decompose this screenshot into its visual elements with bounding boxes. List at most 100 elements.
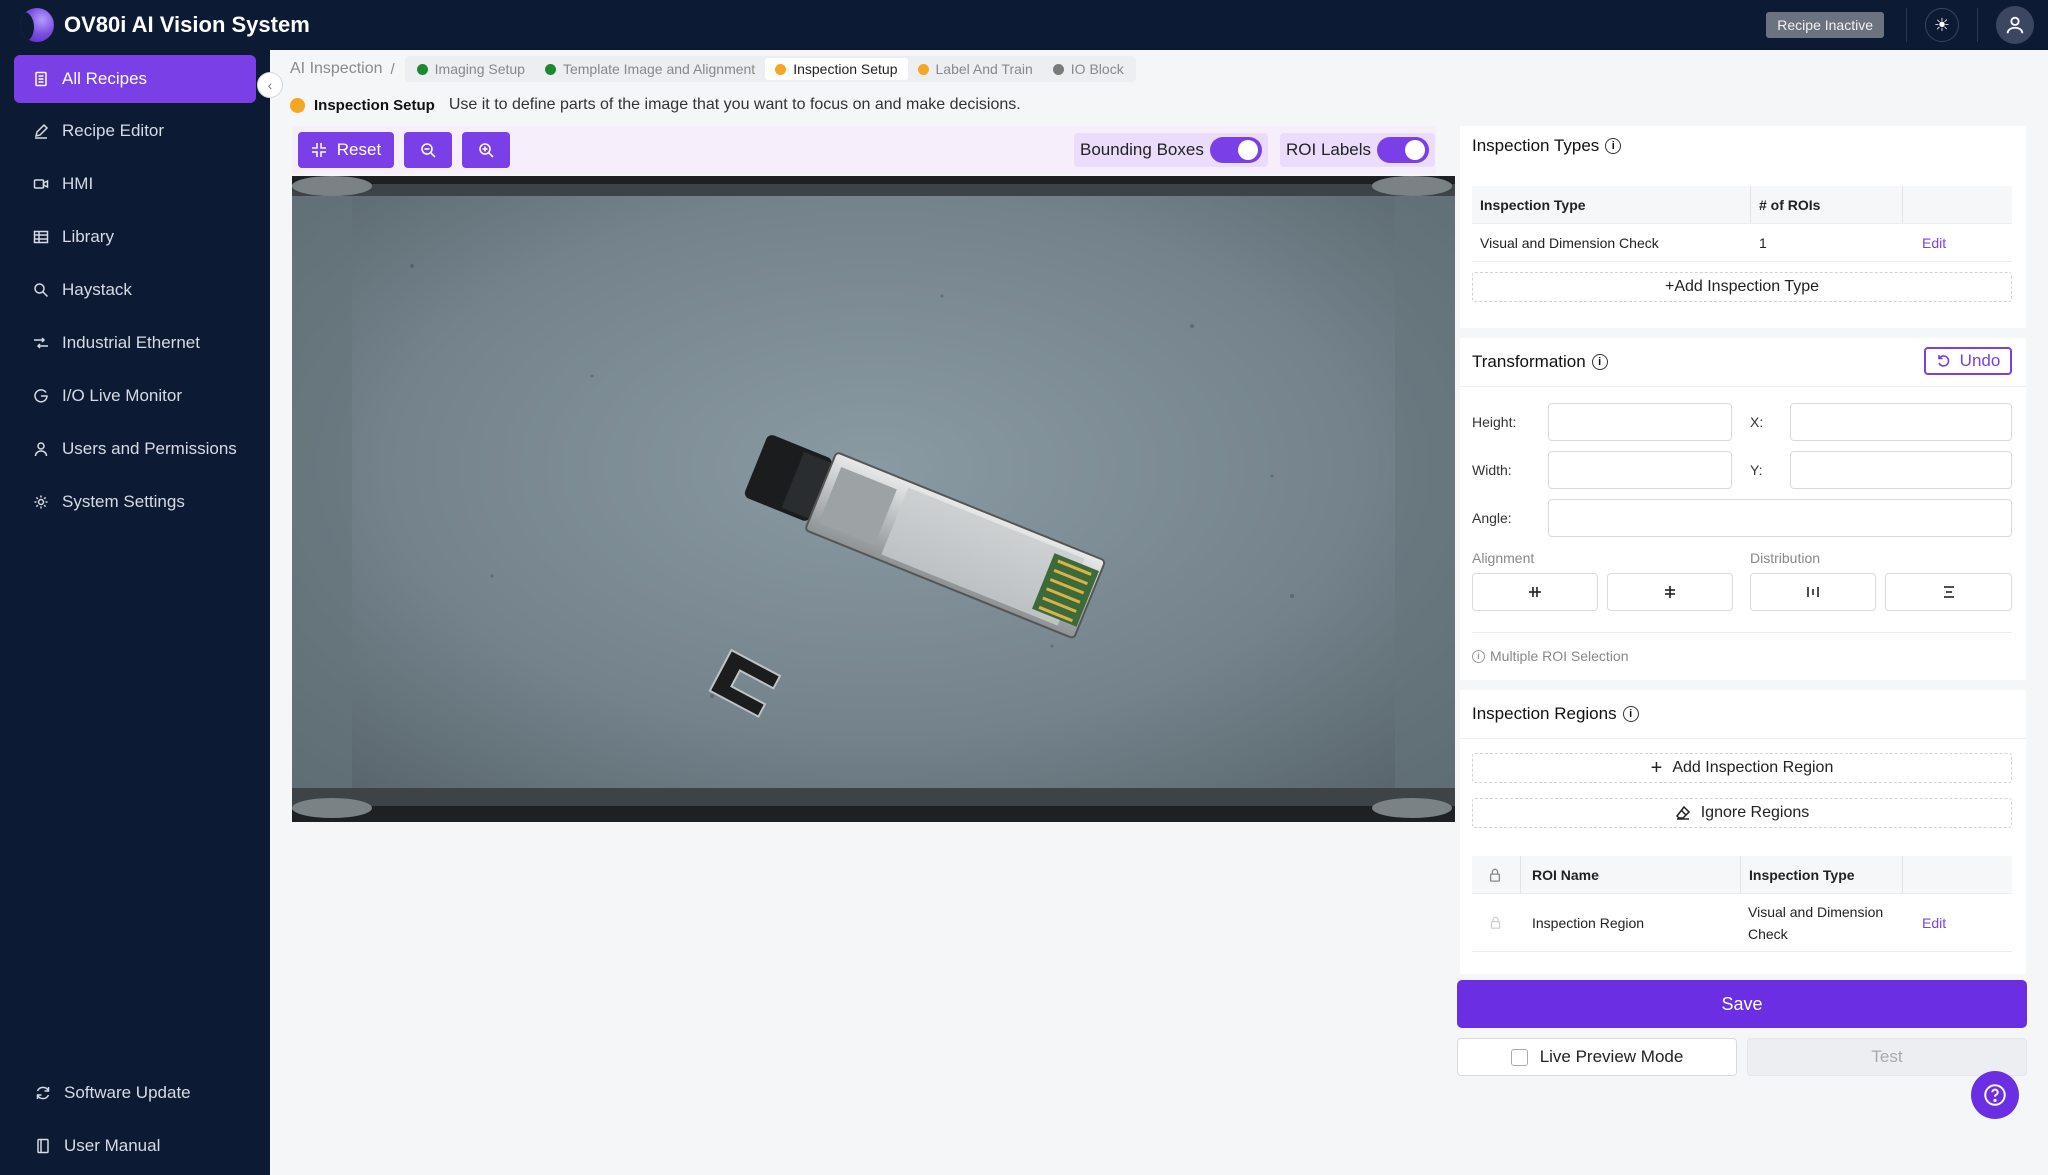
distribution-label: Distribution <box>1750 550 1821 566</box>
sidebar-item-software-update[interactable]: Software Update <box>14 1069 256 1117</box>
sidebar-item-all-recipes[interactable]: All Recipes <box>14 55 256 103</box>
breadcrumb: AI Inspection / Imaging Setup Template I… <box>290 56 1136 82</box>
angle-label: Angle: <box>1472 510 1512 526</box>
column-header-inspection-type: Inspection Type <box>1740 856 1855 893</box>
test-button[interactable]: Test <box>1747 1038 2027 1076</box>
angle-input[interactable] <box>1548 499 2012 537</box>
multiple-roi-note-text: Multiple ROI Selection <box>1490 648 1629 664</box>
tab-inspection-setup[interactable]: Inspection Setup <box>765 58 908 80</box>
unlocked-icon[interactable] <box>1489 894 1502 951</box>
tab-io-block[interactable]: IO Block <box>1043 58 1134 80</box>
undo-button[interactable]: Undo <box>1924 347 2012 375</box>
zoom-out-button[interactable] <box>404 132 452 168</box>
sidebar-item-io-live-monitor[interactable]: I/O Live Monitor <box>14 372 256 420</box>
roi-labels-switch[interactable] <box>1377 137 1430 163</box>
tab-template-image-and-alignment[interactable]: Template Image and Alignment <box>535 58 765 80</box>
sidebar-item-system-settings[interactable]: System Settings <box>14 478 256 526</box>
roi-labels-toggle-group: ROI Labels <box>1280 133 1436 167</box>
distribute-vertical-button[interactable] <box>1885 573 2012 611</box>
sidebar-item-recipe-editor[interactable]: Recipe Editor <box>14 107 256 155</box>
transformation-panel: Transformation i Undo Height: X: Width: … <box>1460 338 2026 680</box>
help-button[interactable] <box>1971 1071 2019 1119</box>
ignore-regions-button[interactable]: Ignore Regions <box>1472 798 2012 828</box>
divider <box>1460 738 2026 739</box>
breadcrumb-root[interactable]: AI Inspection <box>290 60 383 78</box>
inspection-image-canvas[interactable] <box>292 176 1455 822</box>
step-description: Inspection Setup Use it to define parts … <box>290 94 1021 116</box>
width-input[interactable] <box>1548 451 1732 489</box>
info-icon[interactable]: i <box>1605 138 1622 154</box>
sidebar-item-hmi[interactable]: HMI <box>14 160 256 208</box>
status-dot-icon <box>544 63 556 75</box>
user-avatar-button[interactable] <box>1996 6 2034 44</box>
reset-button[interactable]: Reset <box>298 132 394 168</box>
sidebar-item-label: System Settings <box>62 492 185 511</box>
add-inspection-type-button[interactable]: +Add Inspection Type <box>1472 272 2012 302</box>
sidebar-item-user-manual[interactable]: User Manual <box>14 1122 256 1170</box>
network-icon <box>32 334 50 352</box>
status-dot-icon <box>416 63 428 75</box>
tab-imaging-setup[interactable]: Imaging Setup <box>407 58 535 80</box>
video-icon <box>32 175 50 193</box>
sun-icon: ☀ <box>1933 14 1951 35</box>
add-inspection-region-label: Add Inspection Region <box>1672 759 1834 776</box>
reset-label: Reset <box>336 140 382 159</box>
sidebar-item-label: I/O Live Monitor <box>62 386 182 405</box>
sidebar-collapse-button[interactable]: ‹ <box>257 72 283 98</box>
monitor-icon <box>32 387 50 405</box>
align-vertical-center-button[interactable] <box>1607 573 1733 611</box>
align-horizontal-center-icon <box>1529 587 1541 597</box>
sidebar-item-label: All Recipes <box>62 69 148 88</box>
user-icon <box>32 440 50 458</box>
sidebar-item-users-and-permissions[interactable]: Users and Permissions <box>14 425 256 473</box>
align-horizontal-center-button[interactable] <box>1472 573 1598 611</box>
sidebar-item-haystack[interactable]: Haystack <box>14 266 256 314</box>
sidebar-item-library[interactable]: Library <box>14 213 256 261</box>
roi-inspection-type: Visual and Dimension Check <box>1748 903 1884 942</box>
inspection-regions-title: Inspection Regions i <box>1472 704 1639 724</box>
align-vertical-center-icon <box>1665 586 1675 598</box>
distribute-horizontal-button[interactable] <box>1750 573 1876 611</box>
bounding-boxes-switch[interactable] <box>1209 137 1262 163</box>
x-label: X: <box>1750 414 1764 430</box>
y-input[interactable] <box>1790 451 2012 489</box>
top-bar: OV80i AI Vision System Recipe Inactive ☀ <box>0 0 2048 50</box>
panel-title-text: Inspection Regions <box>1472 704 1617 723</box>
theme-toggle-button[interactable]: ☀ <box>1925 8 1959 42</box>
sidebar-item-label: HMI <box>62 174 94 193</box>
save-button[interactable]: Save <box>1457 980 2027 1028</box>
edit-inspection-region-link[interactable]: Edit <box>1922 894 1946 951</box>
x-input[interactable] <box>1790 403 2012 441</box>
sidebar-item-label: Recipe Editor <box>62 121 165 140</box>
column-header-inspection-type: Inspection Type <box>1480 196 1586 213</box>
height-input[interactable] <box>1548 403 1732 441</box>
info-icon[interactable]: i <box>1591 354 1608 370</box>
sidebar-item-industrial-ethernet[interactable]: Industrial Ethernet <box>14 319 256 367</box>
step-title: Inspection Setup <box>314 96 435 114</box>
lock-icon <box>1488 856 1502 893</box>
camera-image <box>292 176 1455 822</box>
info-icon: i <box>1472 649 1485 663</box>
app-title: OV80i AI Vision System <box>64 12 310 37</box>
search-icon <box>32 281 50 299</box>
divider <box>1472 632 2012 633</box>
inspection-types-table-header: Inspection Type # of ROIs <box>1472 186 2012 224</box>
add-inspection-region-button[interactable]: + Add Inspection Region <box>1472 753 2012 783</box>
status-dot-icon <box>917 63 929 75</box>
tab-label-and-train[interactable]: Label And Train <box>908 58 1043 80</box>
document-icon <box>32 70 50 88</box>
inspection-regions-table-header: ROI Name Inspection Type <box>1472 856 2012 894</box>
sidebar-item-label: User Manual <box>64 1136 161 1155</box>
divider <box>1977 8 1978 42</box>
tab-label: Label And Train <box>935 61 1033 77</box>
sidebar-item-label: Software Update <box>64 1083 191 1102</box>
live-preview-mode-toggle[interactable]: Live Preview Mode <box>1457 1038 1737 1076</box>
zoom-in-button[interactable] <box>462 132 510 168</box>
live-preview-checkbox[interactable] <box>1510 1048 1528 1066</box>
grid-icon <box>32 228 50 246</box>
question-icon <box>1984 1084 2006 1106</box>
edit-inspection-type-link[interactable]: Edit <box>1922 224 1946 261</box>
info-icon[interactable]: i <box>1622 706 1639 722</box>
distribute-vertical-icon <box>1943 586 1954 598</box>
column-header-roi-name: ROI Name <box>1532 866 1599 883</box>
